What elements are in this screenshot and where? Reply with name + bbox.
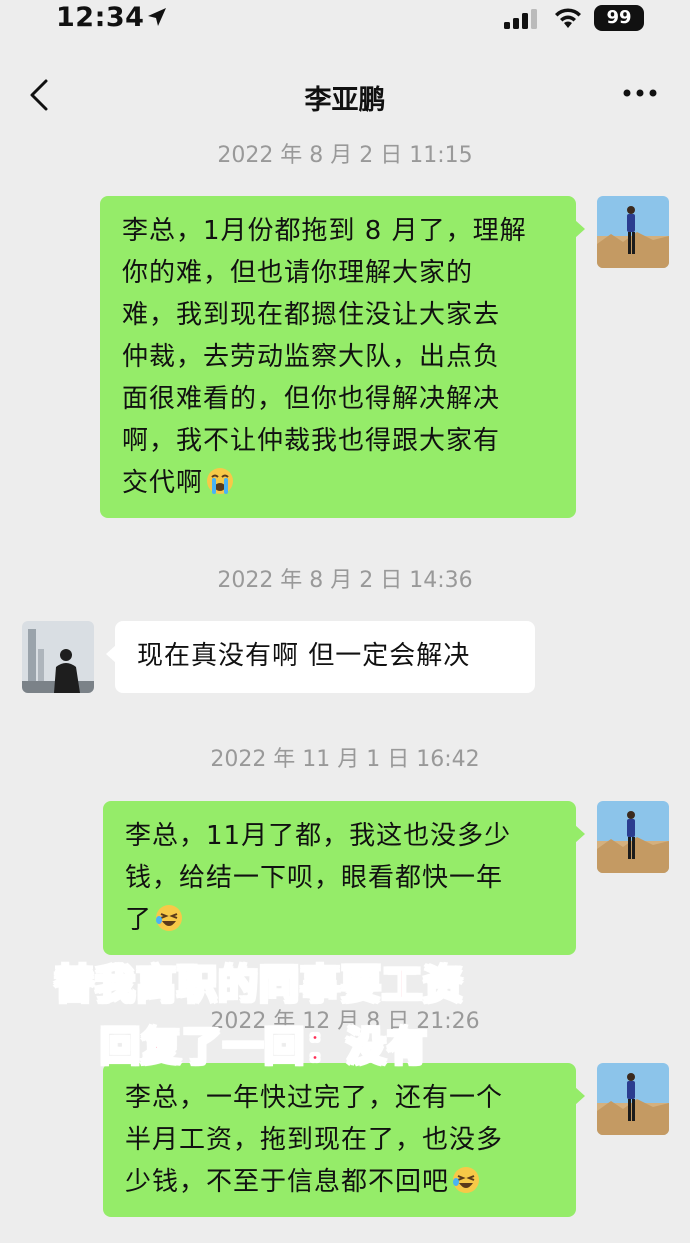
my-avatar[interactable] [597,196,669,268]
message-line: 了 [125,905,153,935]
message-line: 啊，我不让仲裁我也得跟大家有 [122,426,501,456]
message-timestamp: 2022 年 8 月 2 日 11:15 [217,143,473,168]
message-line: 仲裁，去劳动监察大队，出点负 [122,342,501,372]
avatar-photo-icon [597,801,669,873]
status-time: 12:34 [56,2,145,33]
chat-header: 李亚鹏 [0,60,690,130]
wifi-icon [555,8,581,28]
message-line: 钱，给结一下呗，眼看都快一年 [125,863,504,893]
my-avatar[interactable] [597,801,669,873]
message-line: 难，我到现在都摁住没让大家去 [122,300,501,330]
message-line: 半月工资，拖到现在了，也没多 [125,1125,504,1155]
rolling-laughing-face-icon [453,1167,480,1193]
outgoing-message-bubble[interactable]: 李总，11月了都，我这也没多少 钱，给结一下呗，眼看都快一年 了 [103,801,585,955]
message-line: 现在真没有啊 但一定会解决 [137,641,471,671]
message-line: 面很难看的，但你也得解决解决 [122,384,501,414]
message-line: 少钱，不至于信息都不回吧 [125,1167,450,1197]
message-line: 交代啊 [122,468,204,498]
signal-icon [504,9,537,29]
location-arrow-icon [148,8,166,26]
loudly-crying-face-icon [207,468,234,494]
more-dots-icon[interactable] [622,88,658,98]
avatar-photo-icon [597,1063,669,1135]
incoming-message-bubble[interactable]: 现在真没有啊 但一定会解决 [106,621,535,693]
rolling-laughing-face-icon [156,905,183,931]
message-line: 李总，一年快过完了，还有一个 [125,1083,504,1113]
battery-icon: 99 [594,5,644,31]
overlay-caption-line2: 回复了一回：没有 [99,1023,428,1071]
message-timestamp: 2022 年 8 月 2 日 14:36 [217,568,473,593]
message-line: 李总，11月了都，我这也没多少 [125,821,512,851]
battery-level: 99 [606,7,632,28]
chat-title: 李亚鹏 [304,85,386,116]
message-line: 李总，1月份都拖到 8 月了，理解 [122,216,527,246]
message-timestamp: 2022 年 11 月 1 日 16:42 [210,747,480,772]
contact-avatar[interactable] [22,621,94,693]
message-line: 你的难，但也请你理解大家的 [122,258,474,288]
overlay-caption-line1: 替我离职的同事要工资 [53,961,464,1009]
outgoing-message-bubble[interactable]: 李总，一年快过完了，还有一个 半月工资，拖到现在了，也没多 少钱，不至于信息都不… [103,1063,585,1217]
status-bar: 12:34 99 [0,0,690,40]
avatar-photo-icon [597,196,669,268]
outgoing-message-bubble[interactable]: 李总，1月份都拖到 8 月了，理解 你的难，但也请你理解大家的 难，我到现在都摁… [100,196,585,518]
my-avatar[interactable] [597,1063,669,1135]
avatar-photo-icon [22,621,94,693]
